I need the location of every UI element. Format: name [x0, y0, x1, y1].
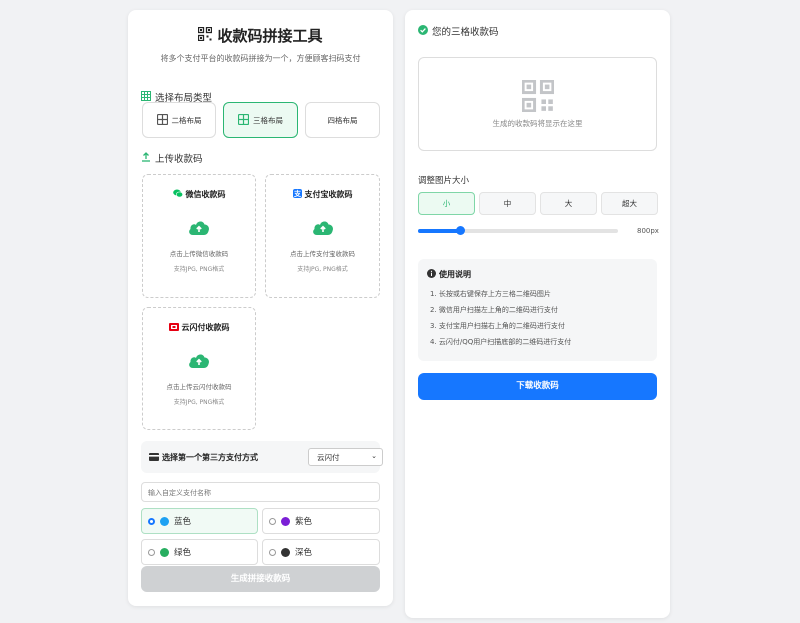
size-small-button[interactable]: 小 — [418, 192, 475, 215]
radio-button[interactable] — [269, 517, 276, 525]
page-subtitle: 将多个支付平台的收款码拼接为一个，方便顾客扫码支付 — [160, 54, 361, 63]
color-swatch — [160, 547, 169, 557]
size-large-button[interactable]: 大 — [540, 192, 597, 215]
radio-button[interactable] — [148, 517, 155, 525]
qrcode-icon — [198, 26, 213, 45]
color-swatch — [281, 516, 290, 526]
layout-three-button[interactable]: 三格布局 — [223, 102, 298, 138]
preview-placeholder-text: 生成的收款码将显示在这里 — [492, 119, 583, 128]
custom-name-input[interactable]: 输入自定义支付名称 — [141, 482, 380, 502]
qrcode-placeholder-icon — [521, 79, 554, 116]
check-circle-icon — [418, 24, 428, 38]
cloud-upload-icon — [188, 352, 210, 373]
svg-text:支: 支 — [293, 189, 302, 198]
color-option-blue[interactable]: 蓝色 — [141, 508, 258, 534]
layout-two-button[interactable]: 二格布局 — [142, 102, 216, 138]
third-party-select-bar: 选择第一个第三方支付方式 云闪付 ⌄ — [141, 441, 383, 473]
size-value: 800px — [637, 227, 659, 235]
layout-four-button[interactable]: 四格布局 — [305, 102, 380, 138]
color-option-purple[interactable]: 紫色 — [262, 508, 380, 534]
instructions-title: 使用说明 — [439, 270, 471, 279]
info-icon — [427, 269, 436, 280]
color-swatch — [160, 516, 169, 526]
instruction-item: 3. 支付宝用户扫描右上角的二维码进行支付 — [430, 322, 565, 330]
size-xlarge-button[interactable]: 超大 — [601, 192, 658, 215]
result-header: 您的三格收款码 — [418, 24, 499, 38]
wechat-upload-box[interactable]: 微信收款码 点击上传微信收款码 支持JPG, PNG格式 — [142, 174, 256, 298]
alipay-upload-box[interactable]: 支 支付宝收款码 点击上传支付宝收款码 支持JPG, PNG格式 — [265, 174, 380, 298]
size-label: 调整图片大小 — [418, 176, 470, 186]
unionpay-icon — [168, 322, 179, 333]
color-swatch — [281, 547, 290, 557]
instruction-item: 2. 微信用户扫描左上角的二维码进行支付 — [430, 306, 558, 314]
unionpay-upload-title: 云闪付收款码 — [181, 323, 230, 332]
slider-fill — [418, 229, 460, 233]
result-panel: 您的三格收款码 生成的收款码将显示在这里 调整图片大小 小 中 大 超大 800… — [405, 10, 670, 618]
size-slider[interactable] — [418, 226, 618, 235]
radio-button[interactable] — [269, 548, 276, 556]
page-title: 收款码拼接工具 — [217, 27, 323, 45]
size-medium-button[interactable]: 中 — [479, 192, 536, 215]
unionpay-upload-box[interactable]: 云闪付收款码 点击上传云闪付收款码 支持JPG, PNG格式 — [142, 307, 256, 430]
two-grid-icon — [156, 113, 168, 127]
instructions-box: 使用说明 1. 长按或右键保存上方三格二维码图片 2. 微信用户扫描左上角的二维… — [418, 259, 657, 361]
card-icon — [149, 452, 159, 463]
color-option-green[interactable]: 绿色 — [141, 539, 258, 565]
cloud-upload-icon — [312, 219, 334, 240]
config-panel: 收款码拼接工具 将多个支付平台的收款码拼接为一个，方便顾客扫码支付 选择布局类型… — [128, 10, 393, 606]
cloud-upload-icon — [188, 219, 210, 240]
third-party-select[interactable]: 云闪付 ⌄ — [308, 448, 383, 466]
generate-button[interactable]: 生成拼接收款码 — [141, 566, 380, 592]
three-grid-icon — [237, 113, 250, 127]
wechat-upload-title: 微信收款码 — [185, 190, 226, 199]
instruction-item: 4. 云闪付/QQ用户扫描底部的二维码进行支付 — [430, 338, 572, 346]
third-party-label: 选择第一个第三方支付方式 — [162, 453, 258, 462]
title-row: 收款码拼接工具 — [128, 25, 393, 46]
instruction-item: 1. 长按或右键保存上方三格二维码图片 — [430, 290, 551, 298]
wechat-icon — [172, 189, 183, 200]
alipay-upload-title: 支付宝收款码 — [304, 190, 353, 199]
chevron-down-icon: ⌄ — [371, 452, 377, 460]
upload-icon — [141, 151, 151, 165]
qrcode-preview: 生成的收款码将显示在这里 — [418, 57, 657, 151]
color-option-dark[interactable]: 深色 — [262, 539, 380, 565]
upload-section-title: 上传收款码 — [141, 151, 203, 165]
alipay-icon: 支 — [292, 189, 302, 200]
download-button[interactable]: 下载收款码 — [418, 373, 657, 400]
radio-button[interactable] — [148, 548, 155, 556]
slider-thumb[interactable] — [456, 226, 465, 235]
